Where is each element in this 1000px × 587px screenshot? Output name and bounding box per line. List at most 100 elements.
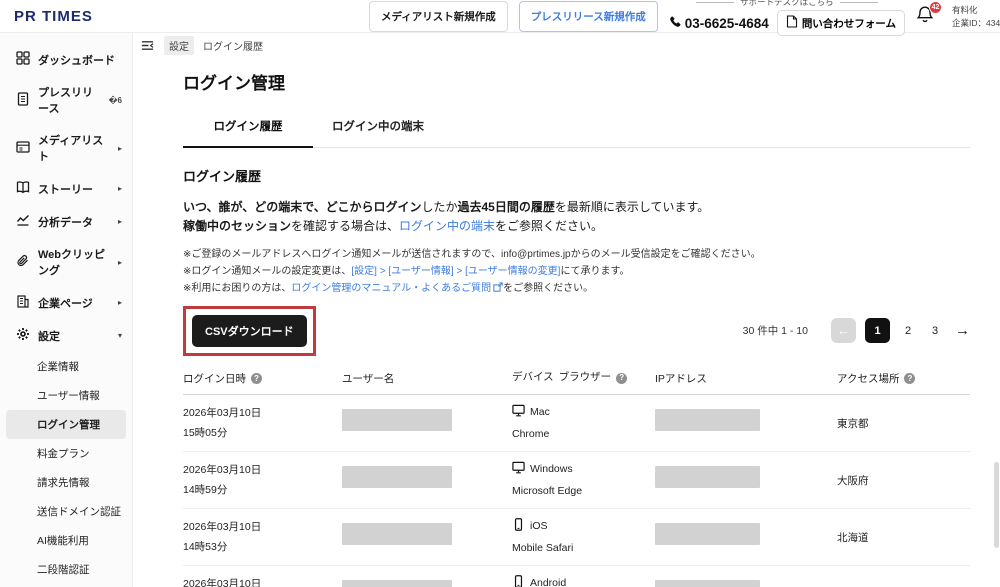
cell-login-datetime: 2026年03月10日 15時05分 bbox=[183, 404, 342, 451]
sidebar-collapse-icon[interactable] bbox=[140, 39, 155, 52]
sidebar-subitem[interactable]: 料金プラン bbox=[0, 439, 132, 468]
sidebar-item-media-list[interactable]: メディアリスト ▸ bbox=[0, 124, 132, 172]
prtimes-logo[interactable]: PR TIMES bbox=[14, 8, 93, 25]
bell-icon bbox=[916, 12, 934, 29]
redacted-ip bbox=[655, 523, 760, 545]
note-text: をご参照ください。 bbox=[503, 283, 593, 294]
breadcrumb-settings[interactable]: 設定 bbox=[164, 36, 194, 55]
contact-form-button[interactable]: 問い合わせフォーム bbox=[777, 10, 905, 36]
header-access-location: アクセス場所? bbox=[837, 371, 970, 386]
notes-block: ※ご登録のメールアドレスへログイン通知メールが送信されますので、info@prt… bbox=[183, 246, 970, 298]
sidebar-item-label: ストーリー bbox=[38, 181, 93, 197]
breadcrumb-current: ログイン履歴 bbox=[203, 38, 263, 53]
phone-icon bbox=[669, 15, 682, 31]
description-text: いつ、誰が、どの端末で、どこからログインしたか過去45日間の履歴を最新順に表示し… bbox=[183, 198, 970, 236]
cell-ip-address bbox=[655, 404, 837, 451]
sidebar-subitem[interactable]: 送信ドメイン認証 bbox=[0, 497, 132, 526]
support-phone[interactable]: 03-6625-4684 bbox=[669, 15, 769, 31]
chevron-right-icon: ▸ bbox=[118, 184, 122, 193]
sidebar-subitem[interactable]: ログイン管理 bbox=[6, 410, 126, 439]
header-actions: メディアリスト新規作成 プレスリリース新規作成 サポートデスクはこちら 03-6… bbox=[369, 0, 1000, 36]
media-list-create-button[interactable]: メディアリスト新規作成 bbox=[369, 1, 508, 32]
notifications-bell[interactable]: 42 bbox=[916, 5, 936, 27]
sidebar-subitem[interactable]: ユーザー情報 bbox=[0, 381, 132, 410]
cell-login-datetime: 2026年03月10日 14時52分 bbox=[183, 575, 342, 587]
sidebar-subitem[interactable]: 二段階認証 bbox=[0, 555, 132, 584]
help-icon[interactable]: ? bbox=[904, 373, 915, 384]
header-username: ユーザー名 bbox=[342, 371, 512, 386]
desc-text: を確認する場合は、 bbox=[291, 219, 399, 233]
help-icon[interactable]: ? bbox=[616, 373, 627, 384]
cell-username bbox=[342, 518, 512, 565]
device-os: Android bbox=[530, 577, 566, 587]
table-header-row: ログイン日時? ユーザー名 デバイス ブラウザー? IPアドレス アクセス場所? bbox=[183, 366, 970, 395]
cell-ip-address bbox=[655, 575, 837, 587]
device-os: Windows bbox=[530, 463, 573, 475]
sidebar-subitem[interactable]: AI機能利用 bbox=[0, 526, 132, 555]
breadcrumb: 設定 ログイン履歴 bbox=[133, 33, 1000, 57]
cell-device-browser: Mac Chrome bbox=[512, 404, 655, 451]
header-ip-address: IPアドレス bbox=[655, 371, 837, 386]
user-info-settings-link[interactable]: [設定] > [ユーザー情報] > [ユーザー情報の変更] bbox=[351, 266, 560, 277]
story-icon bbox=[16, 180, 30, 197]
cell-username bbox=[342, 404, 512, 451]
cell-device-browser: iOS Mobile Safari bbox=[512, 518, 655, 565]
cell-ip-address bbox=[655, 518, 837, 565]
chevron-right-icon: ▸ bbox=[118, 298, 122, 307]
tab-active-devices[interactable]: ログイン中の端末 bbox=[313, 118, 443, 147]
sidebar-item-company-page[interactable]: 企業ページ ▸ bbox=[0, 286, 132, 319]
tab-login-history[interactable]: ログイン履歴 bbox=[183, 118, 313, 148]
external-link-icon bbox=[493, 281, 503, 298]
desc-bold: 過去45日間の履歴 bbox=[457, 200, 554, 214]
sidebar-item-label: 分析データ bbox=[38, 214, 93, 230]
scrollbar[interactable] bbox=[994, 462, 999, 548]
support-desk: サポートデスクはこちら 03-6625-4684 問い合わせフォ bbox=[669, 0, 905, 36]
pagination-page-3[interactable]: 3 bbox=[926, 325, 944, 337]
manual-faq-link[interactable]: ログイン管理のマニュアル・よくあるご質問 bbox=[291, 283, 503, 294]
cell-ip-address bbox=[655, 461, 837, 508]
sidebar-item-dashboard[interactable]: ダッシュボード bbox=[0, 43, 132, 76]
csv-download-button[interactable]: CSVダウンロード bbox=[192, 315, 307, 347]
sidebar-subitem[interactable]: 請求先情報 bbox=[0, 468, 132, 497]
divider-line bbox=[696, 2, 734, 3]
active-devices-link[interactable]: ログイン中の端末 bbox=[399, 219, 495, 233]
sidebar-item-web-clipping[interactable]: Webクリッピング ▸ bbox=[0, 238, 132, 286]
sidebar-item-press-release[interactable]: プレスリリース �6 bbox=[0, 76, 132, 124]
access-location: 北海道 bbox=[837, 518, 970, 565]
sidebar-item-settings[interactable]: 設定 ▾ bbox=[0, 319, 132, 352]
phone-number: 03-6625-4684 bbox=[685, 16, 769, 31]
account-info: 有料化 企業ID：43473 bbox=[952, 4, 1000, 30]
sidebar-item-analytics[interactable]: 分析データ ▸ bbox=[0, 205, 132, 238]
chevron-right-icon: �6 bbox=[109, 96, 122, 105]
note-line: ※ご登録のメールアドレスへログイン通知メールが送信されますので、info@prt… bbox=[183, 246, 970, 263]
company-id: 企業ID：43473 bbox=[952, 17, 1000, 30]
pagination-page-1[interactable]: 1 bbox=[865, 318, 890, 343]
media-list-icon bbox=[16, 140, 30, 157]
note-line: ※利用にお困りの方は、ログイン管理のマニュアル・よくあるご質問をご参照ください。 bbox=[183, 280, 970, 298]
note-text: ※ログイン通知メールの設定変更は、 bbox=[183, 266, 351, 277]
building-icon bbox=[16, 294, 30, 311]
note-text: にて承ります。 bbox=[560, 266, 629, 277]
tab-bar: ログイン履歴 ログイン中の端末 bbox=[183, 118, 970, 148]
login-date: 2026年03月10日 bbox=[183, 518, 342, 537]
table-row: 2026年03月10日 14時52分 Android Chrome Mobile… bbox=[183, 566, 970, 587]
sidebar: ダッシュボード プレスリリース �6 メディアリスト ▸ ストーリー ▸ 分析デ… bbox=[0, 33, 133, 587]
support-desk-label-row: サポートデスクはこちら bbox=[696, 0, 878, 8]
cell-device-browser: Android Chrome Mobile bbox=[512, 575, 655, 587]
desc-text: を最新順に表示しています。 bbox=[555, 200, 709, 214]
sidebar-item-story[interactable]: ストーリー ▸ bbox=[0, 172, 132, 205]
help-icon[interactable]: ? bbox=[251, 373, 262, 384]
press-release-create-button[interactable]: プレスリリース新規作成 bbox=[519, 1, 658, 32]
mobile-icon bbox=[512, 518, 525, 534]
device-os: iOS bbox=[530, 520, 548, 532]
pagination-page-2[interactable]: 2 bbox=[899, 325, 917, 337]
chevron-right-icon: ▸ bbox=[118, 144, 122, 153]
desc-bold: 稼働中のセッション bbox=[183, 219, 291, 233]
pagination-next-button[interactable]: → bbox=[955, 322, 970, 339]
note-text: ※利用にお困りの方は、 bbox=[183, 283, 291, 294]
paperclip-icon bbox=[16, 254, 30, 271]
note-line: ※ログイン通知メールの設定変更は、[設定] > [ユーザー情報] > [ユーザー… bbox=[183, 263, 970, 280]
sidebar-subitem[interactable]: 企業情報 bbox=[0, 352, 132, 381]
pagination-prev-button[interactable]: ← bbox=[831, 318, 856, 343]
pagination-summary: 30 件中 1 - 10 bbox=[743, 323, 808, 338]
